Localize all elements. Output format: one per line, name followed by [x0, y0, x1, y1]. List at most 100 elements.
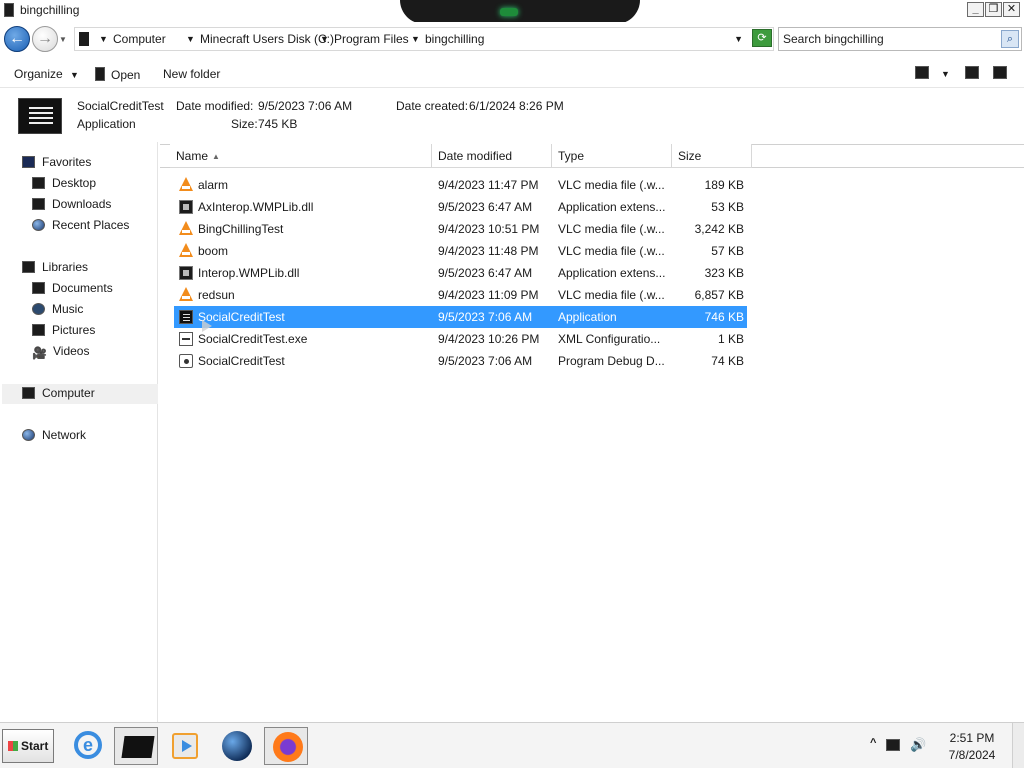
taskbar-file-explorer[interactable]: [114, 727, 158, 765]
back-button[interactable]: ←: [4, 26, 30, 52]
date-created-value: 6/1/2024 8:26 PM: [469, 99, 564, 113]
title-bar: bingchilling _ ❐ ✕: [0, 0, 1024, 24]
close-button[interactable]: ✕: [1003, 2, 1020, 17]
file-type: VLC media file (.w...: [558, 244, 665, 258]
nav-label: Desktop: [52, 176, 97, 190]
column-header-size[interactable]: Size: [672, 144, 752, 168]
clock-time[interactable]: 2:51 PM: [942, 731, 1002, 745]
change-view-icon[interactable]: [915, 66, 929, 79]
clock-date[interactable]: 7/8/2024: [942, 748, 1002, 762]
nav-label: Computer: [42, 386, 95, 400]
crumb-drive[interactable]: Minecraft Users Disk (C:): [200, 32, 334, 46]
forward-button[interactable]: →: [32, 26, 58, 52]
file-date-modified: 9/4/2023 11:48 PM: [438, 244, 539, 258]
nav-music[interactable]: Music: [32, 300, 83, 320]
crumb-bingchilling[interactable]: bingchilling: [425, 32, 484, 46]
details-header: SocialCreditTest Application Date modifi…: [0, 92, 1024, 138]
search-icon[interactable]: ⌕: [1001, 30, 1019, 48]
breadcrumb[interactable]: ▼ Computer ▼ Minecraft Users Disk (C:) ▼…: [74, 27, 774, 51]
file-row[interactable]: SocialCreditTest 9/5/2023 7:06 AM Applicat…: [174, 306, 747, 328]
start-button[interactable]: Start: [2, 729, 54, 763]
view-options-chevron-icon[interactable]: ▼: [941, 69, 950, 79]
network-tray-icon[interactable]: [886, 739, 900, 751]
volume-icon[interactable]: 🔊: [910, 737, 926, 753]
file-row[interactable]: SocialCreditTest 9/5/2023 7:06 AM Program …: [174, 350, 747, 372]
webcam-led-icon: [500, 8, 518, 16]
help-icon[interactable]: [993, 66, 1007, 79]
address-dropdown-icon[interactable]: ▼: [734, 34, 743, 44]
file-name: AxInterop.WMPLib.dll: [198, 200, 314, 214]
nav-pictures[interactable]: Pictures: [32, 321, 95, 341]
start-label: Start: [21, 739, 49, 753]
taskbar-internet-explorer[interactable]: e: [66, 727, 110, 765]
refresh-button[interactable]: ⟳: [752, 29, 772, 47]
column-header-name[interactable]: Name ▲: [170, 144, 432, 168]
file-date-modified: 9/4/2023 11:47 PM: [438, 178, 539, 192]
taskbar-firefox[interactable]: [264, 727, 308, 765]
file-date-modified: 9/5/2023 7:06 AM: [438, 354, 533, 368]
mouse-cursor-icon: [202, 320, 212, 332]
recent-pages-chevron-icon[interactable]: ▼: [59, 35, 67, 44]
file-name: SocialCreditTest: [198, 354, 285, 368]
address-bar: ← → ▼ ▼ Computer ▼ Minecraft Users Disk …: [0, 22, 1024, 56]
show-desktop-button[interactable]: [1012, 723, 1024, 768]
desktop-icon: [32, 177, 45, 189]
dll-icon: [179, 200, 193, 214]
file-size: 189 KB: [704, 178, 744, 192]
open-button[interactable]: Open: [95, 67, 140, 82]
nav-desktop[interactable]: Desktop: [32, 174, 96, 194]
firefox-icon: [273, 732, 303, 762]
file-row[interactable]: AxInterop.WMPLib.dll 9/5/2023 6:47 AM Appl…: [174, 196, 747, 218]
new-folder-button[interactable]: New folder: [163, 67, 220, 81]
search-input[interactable]: [783, 31, 993, 47]
nav-label: Libraries: [42, 260, 89, 274]
nav-recent-places[interactable]: Recent Places: [32, 216, 129, 236]
file-row[interactable]: redsun 9/4/2023 11:09 PM VLC media file (.…: [174, 284, 747, 306]
column-header-type[interactable]: Type: [552, 144, 672, 168]
file-name: SocialCreditTest.exe: [198, 332, 308, 346]
preview-pane-icon[interactable]: [965, 66, 979, 79]
crumb-computer[interactable]: Computer: [113, 32, 166, 46]
system-tray: ^ 🔊 2:51 PM 7/8/2024: [866, 723, 1024, 768]
taskbar-media-player[interactable]: [164, 727, 208, 765]
taskbar-globe-app[interactable]: [214, 727, 258, 765]
crumb-arrow-icon[interactable]: ▼: [411, 34, 420, 44]
nav-documents[interactable]: Documents: [32, 279, 113, 299]
file-row[interactable]: boom 9/4/2023 11:48 PM VLC media file (.w.…: [174, 240, 747, 262]
show-hidden-icons-button[interactable]: ^: [870, 737, 876, 749]
search-box[interactable]: ⌕: [778, 27, 1022, 51]
column-header-date[interactable]: Date modified: [432, 144, 552, 168]
file-date-modified: 9/5/2023 7:06 AM: [438, 310, 533, 324]
crumb-arrow-icon[interactable]: ▼: [320, 34, 329, 44]
detail-name: SocialCreditTest: [77, 99, 164, 113]
nav-videos[interactable]: 🎥 Videos: [32, 342, 89, 362]
computer-icon: [22, 387, 35, 399]
app-icon: [179, 310, 193, 324]
nav-label: Videos: [53, 344, 90, 358]
organize-button[interactable]: Organize ▼: [14, 67, 79, 81]
nav-label: Favorites: [42, 155, 92, 169]
vlc-icon: [179, 243, 193, 257]
crumb-arrow-icon[interactable]: ▼: [99, 34, 108, 44]
file-date-modified: 9/4/2023 11:09 PM: [438, 288, 539, 302]
file-row[interactable]: SocialCreditTest.exe 9/4/2023 10:26 PM XML…: [174, 328, 747, 350]
file-type: Application extens...: [558, 200, 666, 214]
file-name: Interop.WMPLib.dll: [198, 266, 300, 280]
file-row[interactable]: Interop.WMPLib.dll 9/5/2023 6:47 AM Applic…: [174, 262, 747, 284]
nav-downloads[interactable]: Downloads: [32, 195, 111, 215]
nav-computer[interactable]: Computer: [2, 384, 158, 404]
nav-network[interactable]: Network: [22, 426, 86, 446]
file-size: 323 KB: [704, 266, 744, 280]
nav-libraries[interactable]: Libraries: [22, 258, 88, 278]
application-large-icon: [18, 98, 62, 134]
nav-favorites[interactable]: Favorites: [22, 153, 91, 173]
debug-icon: [179, 354, 193, 368]
file-name: SocialCreditTest: [198, 310, 285, 324]
file-row[interactable]: alarm 9/4/2023 11:47 PM VLC media file (.w…: [174, 174, 747, 196]
minimize-button[interactable]: _: [967, 2, 984, 17]
crumb-program-files[interactable]: Program Files: [334, 32, 409, 46]
file-row[interactable]: BingChillingTest 9/4/2023 10:51 PM VLC med…: [174, 218, 747, 240]
restore-button[interactable]: ❐: [985, 2, 1002, 17]
crumb-arrow-icon[interactable]: ▼: [186, 34, 195, 44]
file-size: 57 KB: [711, 244, 744, 258]
